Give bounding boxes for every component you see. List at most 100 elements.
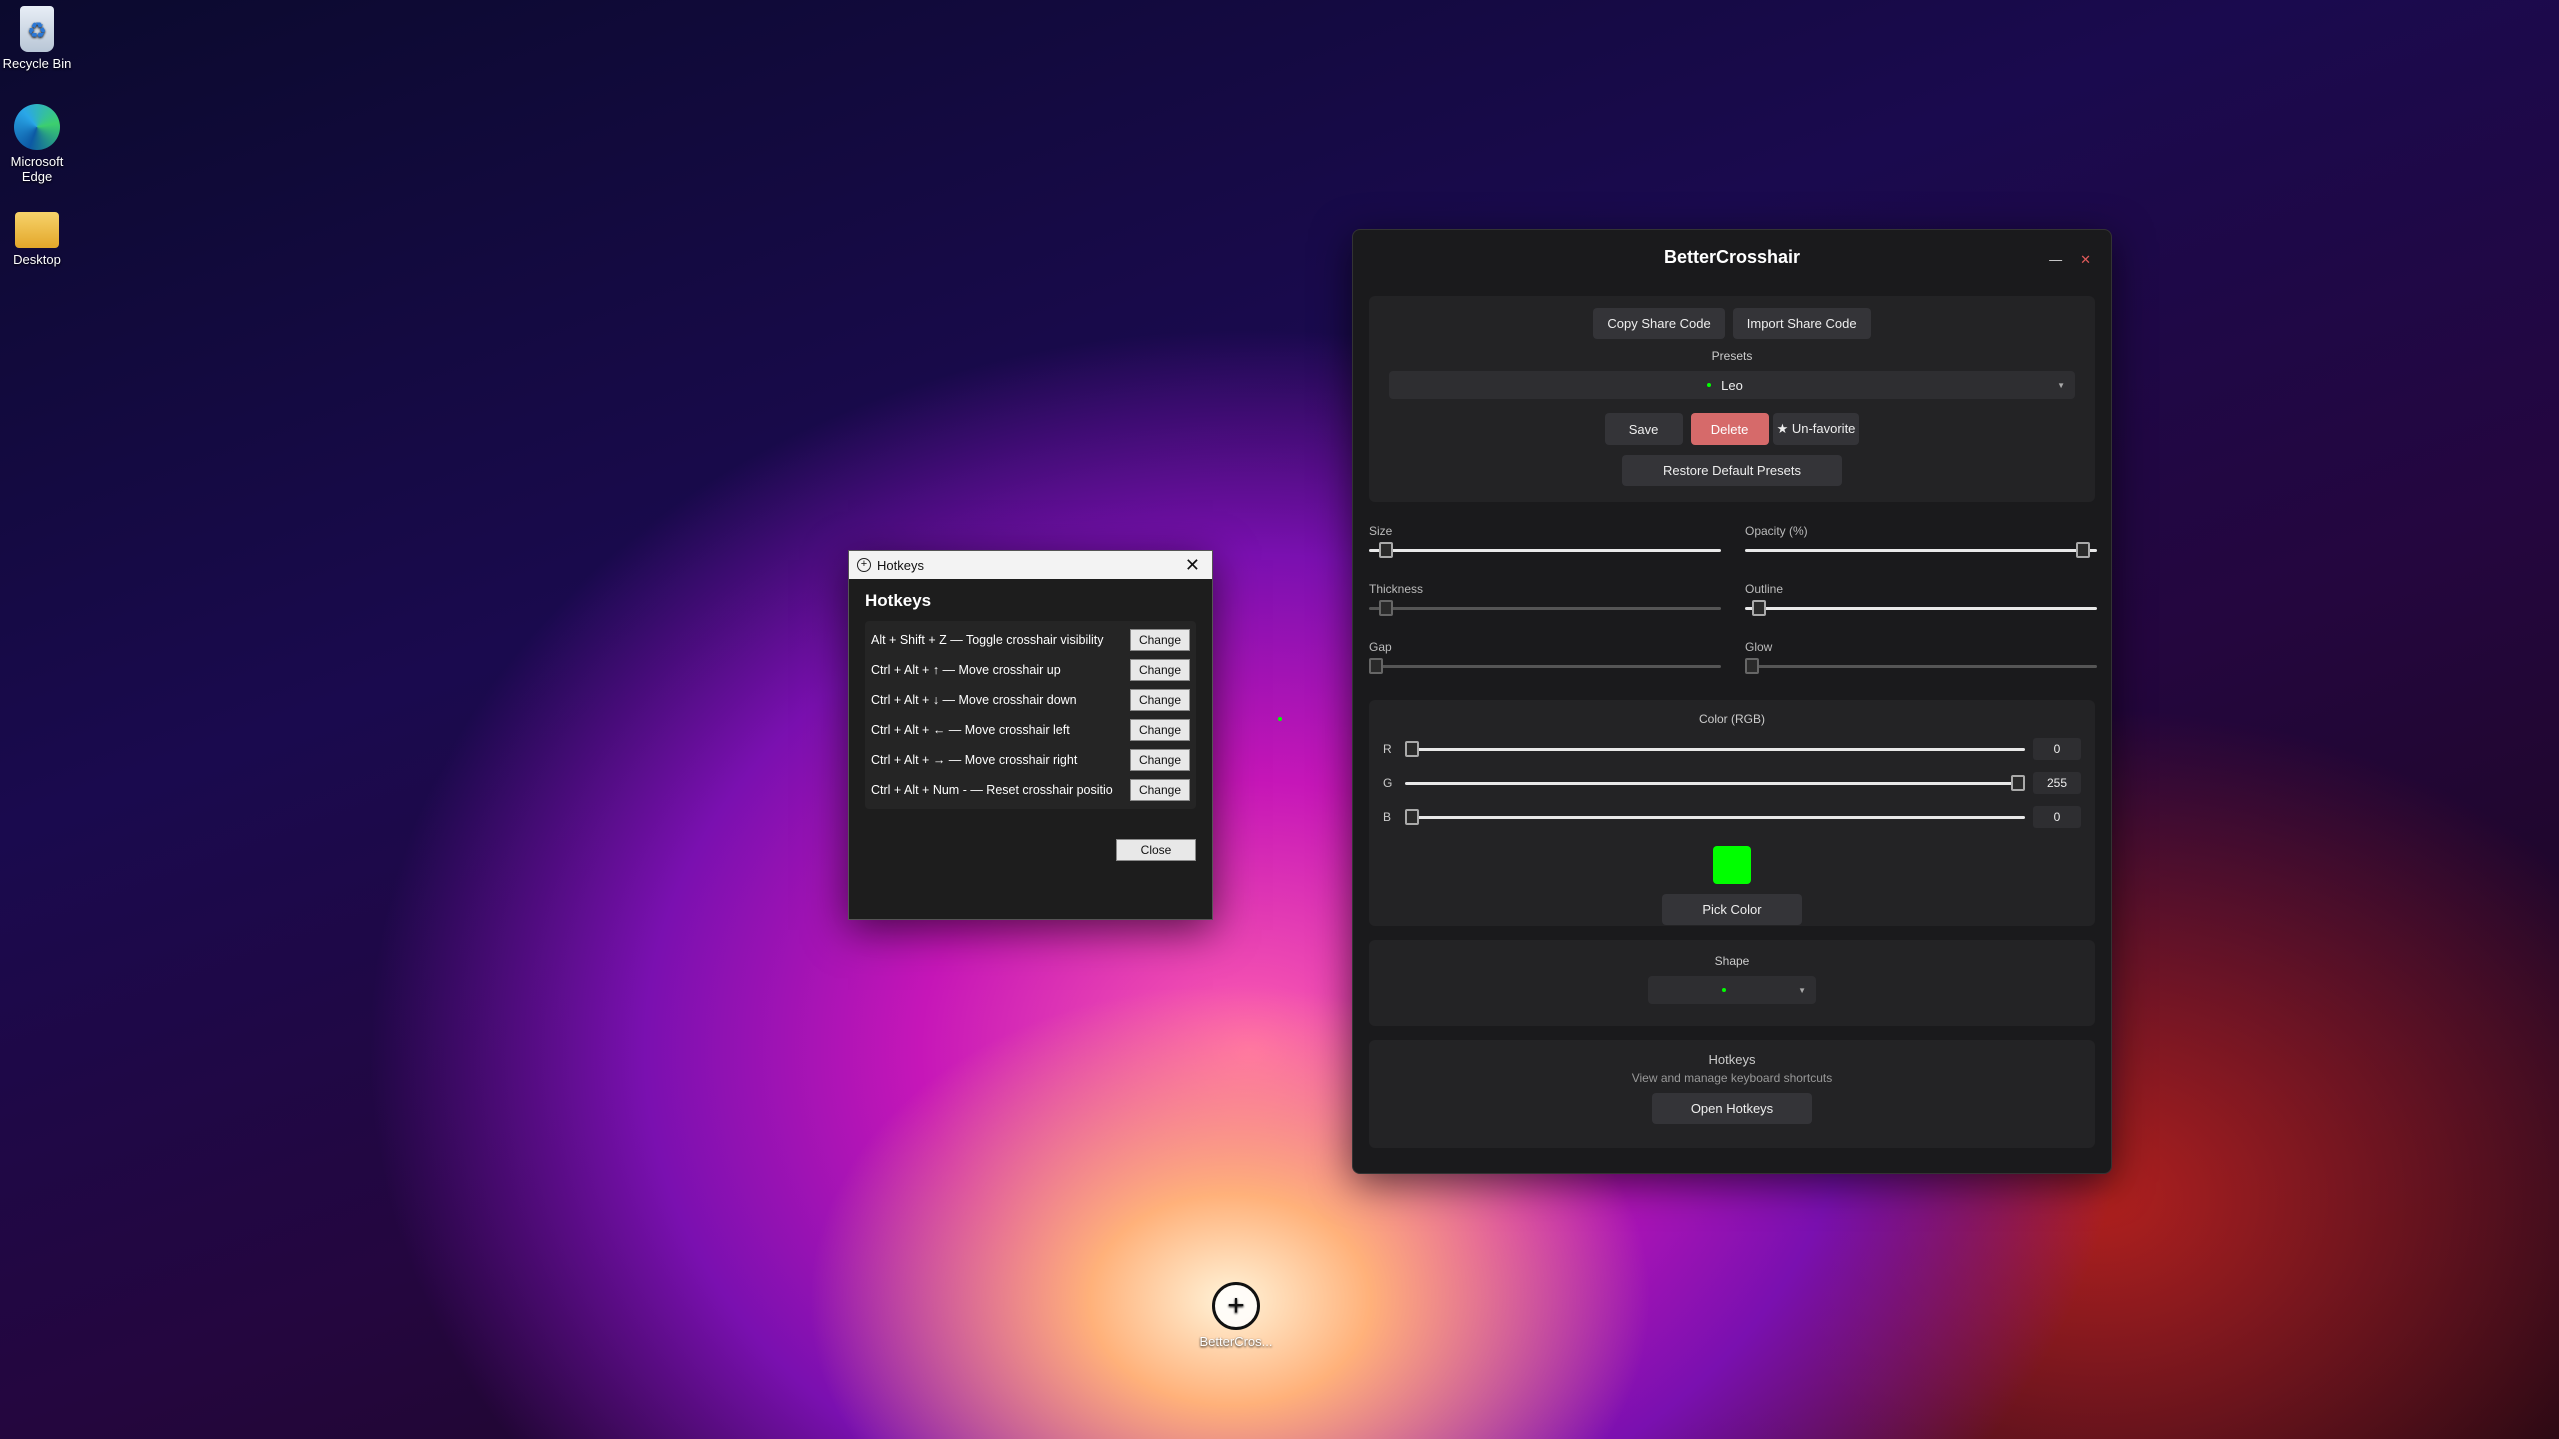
opacity-control: Opacity (%) bbox=[1745, 524, 2097, 558]
hotkey-row: Ctrl + Alt + → — Move crosshair right Ch… bbox=[871, 745, 1190, 775]
hotkey-row: Ctrl + Alt + ↓ — Move crosshair down Cha… bbox=[871, 685, 1190, 715]
thickness-label: Thickness bbox=[1369, 582, 1424, 596]
green-value-field[interactable]: 255 bbox=[2033, 772, 2081, 794]
change-hotkey-button[interactable]: Change bbox=[1129, 719, 1190, 741]
hotkeys-card: Hotkeys View and manage keyboard shortcu… bbox=[1369, 1040, 2095, 1148]
hotkeys-heading: Hotkeys bbox=[865, 591, 932, 610]
slider-thumb[interactable] bbox=[1405, 809, 1419, 825]
green-row: G 255 bbox=[1383, 766, 2081, 800]
hotkey-label: Ctrl + Alt + ← — Move crosshair left bbox=[871, 723, 1070, 737]
preset-selected-value: Leo bbox=[1721, 377, 1743, 393]
blue-value-field[interactable]: 0 bbox=[2033, 806, 2081, 828]
blue-slider[interactable] bbox=[1405, 809, 2025, 825]
hotkey-label: Alt + Shift + Z — Toggle crosshair visib… bbox=[871, 633, 1104, 647]
opacity-label: Opacity (%) bbox=[1745, 524, 1808, 538]
close-button[interactable]: Close bbox=[1116, 839, 1196, 861]
change-hotkey-button[interactable]: Change bbox=[1129, 659, 1190, 681]
edge-icon bbox=[14, 104, 60, 150]
opacity-slider[interactable] bbox=[1745, 542, 2097, 558]
unfavorite-button[interactable]: ★ Un-favorite bbox=[1772, 413, 1860, 445]
delete-button[interactable]: Delete bbox=[1690, 413, 1769, 445]
size-control: Size bbox=[1369, 524, 1721, 558]
presets-card: Copy Share Code Import Share Code Preset… bbox=[1369, 296, 2095, 502]
copy-share-code-button[interactable]: Copy Share Code bbox=[1593, 308, 1725, 339]
chevron-down-icon: ▼ bbox=[1798, 985, 1806, 995]
slider-thumb[interactable] bbox=[2011, 775, 2025, 791]
hotkey-row: Alt + Shift + Z — Toggle crosshair visib… bbox=[871, 625, 1190, 655]
hotkeys-titlebar[interactable]: + Hotkeys ✕ bbox=[849, 551, 1212, 579]
crosshair-icon: + bbox=[1212, 1282, 1260, 1330]
slider-thumb[interactable] bbox=[1405, 741, 1419, 757]
outline-slider[interactable] bbox=[1745, 600, 2097, 616]
size-label: Size bbox=[1369, 524, 1393, 538]
change-hotkey-button[interactable]: Change bbox=[1129, 749, 1190, 771]
color-card: Color (RGB) R 0 G 255 B 0 Pick Color bbox=[1369, 700, 2095, 926]
change-hotkey-button[interactable]: Change bbox=[1129, 779, 1190, 801]
change-hotkey-button[interactable]: Change bbox=[1129, 689, 1190, 711]
hotkey-label: Ctrl + Alt + → — Move crosshair right bbox=[871, 753, 1078, 767]
bettercrosshair-shortcut[interactable]: + BetterCros... bbox=[1198, 1282, 1274, 1349]
app-icon: + bbox=[857, 558, 871, 572]
hotkeys-window-title: Hotkeys bbox=[877, 557, 924, 573]
size-slider[interactable] bbox=[1369, 542, 1721, 558]
hotkeys-list: Alt + Shift + Z — Toggle crosshair visib… bbox=[865, 621, 1196, 809]
slider-thumb[interactable] bbox=[2076, 542, 2091, 558]
slider-thumb[interactable] bbox=[1379, 600, 1394, 616]
shape-label: Shape bbox=[1714, 954, 1750, 968]
change-hotkey-button[interactable]: Change bbox=[1129, 629, 1190, 651]
save-button[interactable]: Save bbox=[1604, 413, 1683, 445]
slider-thumb[interactable] bbox=[1379, 542, 1394, 558]
gap-label: Gap bbox=[1369, 640, 1392, 654]
edge-label: Microsoft Edge bbox=[10, 154, 64, 184]
thickness-control: Thickness bbox=[1369, 582, 1721, 616]
hotkey-label: Ctrl + Alt + Num - — Reset crosshair pos… bbox=[871, 783, 1113, 797]
glow-slider[interactable] bbox=[1745, 658, 2097, 674]
thickness-slider[interactable] bbox=[1369, 600, 1721, 616]
minimize-icon[interactable]: — bbox=[2049, 252, 2062, 268]
folder-icon bbox=[15, 212, 59, 248]
preset-select[interactable]: Leo ▼ bbox=[1389, 371, 2075, 399]
dot-shape-icon bbox=[1722, 988, 1726, 992]
open-hotkeys-button[interactable]: Open Hotkeys bbox=[1652, 1093, 1812, 1124]
restore-default-presets-button[interactable]: Restore Default Presets bbox=[1622, 455, 1842, 486]
red-slider[interactable] bbox=[1405, 741, 2025, 757]
gap-slider[interactable] bbox=[1369, 658, 1721, 674]
recycle-bin-label: Recycle Bin bbox=[2, 56, 72, 71]
slider-thumb[interactable] bbox=[1745, 658, 1759, 674]
slider-thumb[interactable] bbox=[1751, 600, 1766, 616]
chevron-down-icon: ▼ bbox=[2057, 380, 2065, 390]
blue-row: B 0 bbox=[1383, 800, 2081, 834]
red-channel-label: R bbox=[1383, 742, 1392, 756]
close-icon[interactable]: ✕ bbox=[2080, 252, 2091, 268]
glow-label: Glow bbox=[1745, 640, 1773, 654]
hotkeys-dialog: + Hotkeys ✕ Hotkeys Alt + Shift + Z — To… bbox=[848, 550, 1213, 920]
color-swatch bbox=[1713, 846, 1751, 884]
preset-shape-dot bbox=[1707, 383, 1711, 387]
hotkey-row: Ctrl + Alt + ↑ — Move crosshair up Chang… bbox=[871, 655, 1190, 685]
close-icon[interactable]: ✕ bbox=[1181, 555, 1204, 576]
pick-color-button[interactable]: Pick Color bbox=[1662, 894, 1802, 925]
red-row: R 0 bbox=[1383, 732, 2081, 766]
crosshair-overlay-dot bbox=[1278, 717, 1282, 721]
desktop-folder-shortcut[interactable]: Desktop bbox=[1, 206, 73, 267]
desktop-folder-label: Desktop bbox=[13, 252, 61, 267]
hotkey-label: Ctrl + Alt + ↑ — Move crosshair up bbox=[871, 663, 1061, 677]
import-share-code-button[interactable]: Import Share Code bbox=[1732, 308, 1871, 339]
glow-control: Glow bbox=[1745, 640, 2097, 674]
hotkey-row: Ctrl + Alt + ← — Move crosshair left Cha… bbox=[871, 715, 1190, 745]
gap-control: Gap bbox=[1369, 640, 1721, 674]
shape-card: Shape ▼ bbox=[1369, 940, 2095, 1026]
hotkeys-section-subtitle: View and manage keyboard shortcuts bbox=[1631, 1071, 1833, 1085]
edge-shortcut[interactable]: Microsoft Edge bbox=[1, 104, 73, 184]
window-title: BetterCrosshair bbox=[1663, 247, 1801, 267]
green-channel-label: G bbox=[1383, 776, 1393, 790]
shape-select[interactable]: ▼ bbox=[1648, 976, 1816, 1004]
slider-thumb[interactable] bbox=[1369, 658, 1383, 674]
hotkey-label: Ctrl + Alt + ↓ — Move crosshair down bbox=[871, 693, 1077, 707]
hotkeys-section-title: Hotkeys bbox=[1708, 1052, 1756, 1067]
presets-label: Presets bbox=[1711, 349, 1753, 363]
bettercrosshair-shortcut-label: BetterCros... bbox=[1199, 1334, 1273, 1349]
recycle-bin-shortcut[interactable]: ♻ Recycle Bin bbox=[1, 6, 73, 71]
green-slider[interactable] bbox=[1405, 775, 2025, 791]
red-value-field[interactable]: 0 bbox=[2033, 738, 2081, 760]
